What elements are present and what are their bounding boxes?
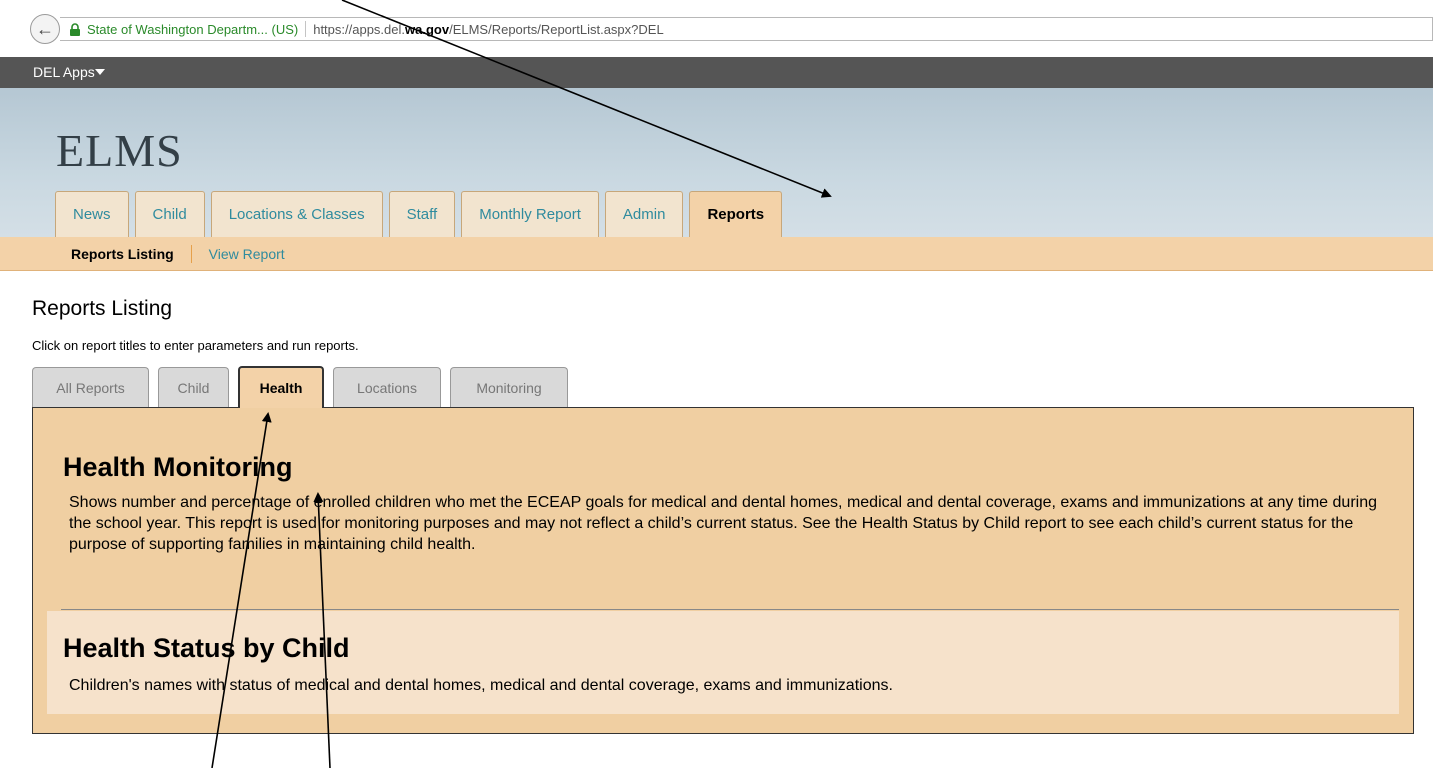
tab-health[interactable]: Health [238,366,324,408]
arrow-to-health-tab [211,412,272,768]
arrow-to-reports-tab [341,0,832,198]
arrow-to-health-monitoring [313,492,331,768]
annotation-arrows [211,0,832,768]
